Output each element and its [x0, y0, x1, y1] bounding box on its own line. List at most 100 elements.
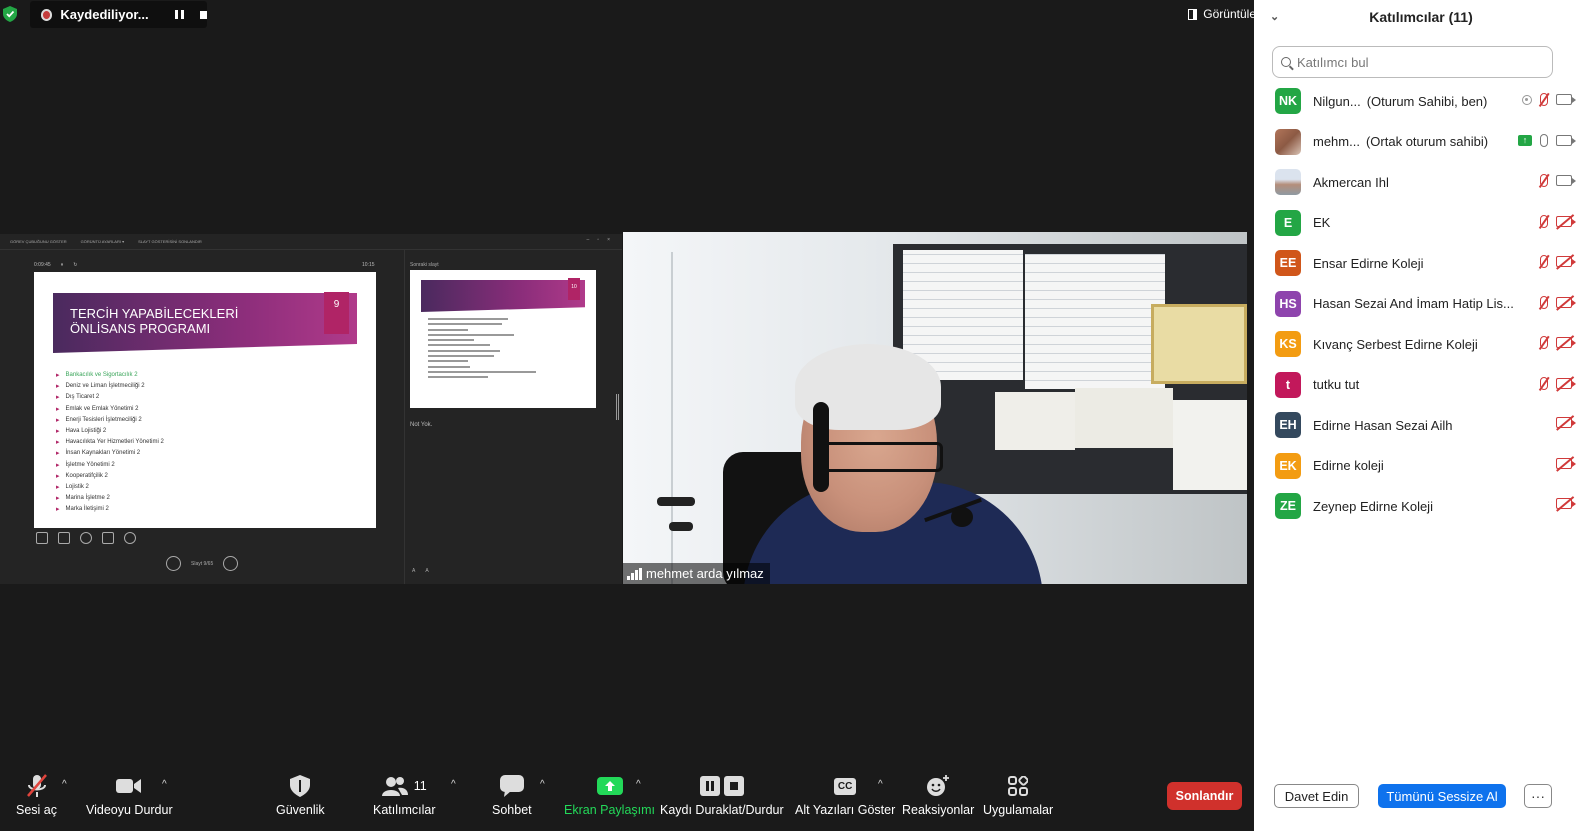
unmute-label: Sesi aç: [16, 803, 57, 817]
participant-search-input[interactable]: Katılımcı bul: [1272, 46, 1553, 78]
stop-recording-icon[interactable]: [199, 10, 207, 19]
microphone-muted-icon[interactable]: [1540, 214, 1548, 228]
participant-row[interactable]: EE Ensar Edirne Koleji: [1254, 243, 1588, 284]
pen-icon[interactable]: [36, 532, 48, 544]
stop-icon: [723, 776, 744, 796]
audio-options-caret-icon[interactable]: ^: [62, 779, 67, 790]
participants-panel-header: ⌄ Katılımcılar (11): [1254, 0, 1588, 34]
collapse-chevron-icon[interactable]: ⌄: [1270, 10, 1279, 23]
participants-options-caret-icon[interactable]: ^: [451, 779, 456, 790]
camera-off-icon[interactable]: [1556, 498, 1576, 509]
participant-row[interactable]: t tutku tut: [1254, 365, 1588, 406]
presenter-toolbar-item: SLAYT GÖSTERİSİNİ SONLANDIR: [138, 239, 202, 244]
participant-status-icons: [1540, 255, 1576, 268]
security-shield-icon[interactable]: [3, 6, 17, 22]
screen-icon[interactable]: [102, 532, 114, 544]
camera-icon[interactable]: [1556, 175, 1576, 186]
microphone-muted-icon[interactable]: [1540, 295, 1548, 309]
zoom-icon[interactable]: [80, 532, 92, 544]
microphone-icon[interactable]: [1540, 133, 1548, 147]
participant-status-icons: [1532, 498, 1576, 509]
participant-row[interactable]: Akmercan Ihl: [1254, 162, 1588, 203]
participant-name: Edirne Hasan Sezai Ailh: [1313, 418, 1452, 433]
chat-icon: [499, 775, 524, 797]
video-camera-icon: [116, 779, 142, 793]
camera-off-icon[interactable]: [1556, 377, 1576, 389]
video-headset: [813, 402, 829, 492]
list-item: Marka İletişimi 2: [56, 504, 164, 515]
participant-row[interactable]: ZE Zeynep Edirne Koleji: [1254, 486, 1588, 527]
invite-button[interactable]: Davet Edin: [1274, 784, 1359, 808]
camera-off-icon[interactable]: [1556, 296, 1576, 308]
participant-row[interactable]: E EK: [1254, 203, 1588, 244]
share-options-caret-icon[interactable]: ^: [636, 779, 641, 790]
stop-video-label: Videoyu Durdur: [86, 803, 173, 817]
slide-number: 9: [324, 292, 349, 334]
share-screen-button[interactable]: Ekran Paylaşımı: [564, 773, 655, 817]
participant-name-text: Kıvanç Serbest Edirne Koleji: [1313, 336, 1478, 352]
camera-icon[interactable]: [1556, 94, 1576, 105]
security-button[interactable]: Güvenlik: [276, 773, 325, 817]
participants-button[interactable]: 11 Katılımcılar: [373, 773, 436, 817]
avatar: NK: [1275, 88, 1301, 115]
end-meeting-button[interactable]: Sonlandır: [1167, 782, 1242, 810]
pause-recording-icon[interactable]: [174, 10, 184, 19]
meeting-toolbar: Sesi aç ^ Videoyu Durdur ^ Güvenlik 11 K…: [0, 763, 1254, 831]
participant-row[interactable]: mehm... (Ortak oturum sahibi) ↑: [1254, 122, 1588, 163]
more-options-icon[interactable]: [124, 532, 136, 544]
camera-off-icon[interactable]: [1556, 417, 1576, 428]
microphone-muted-icon[interactable]: [1540, 174, 1548, 187]
captions-options-caret-icon[interactable]: ^: [878, 779, 883, 790]
participant-row[interactable]: HS Hasan Sezai And İmam Hatip Lis...: [1254, 284, 1588, 325]
video-name-label: mehmet arda yılmaz: [623, 563, 770, 584]
participant-name: Ensar Edirne Koleji: [1313, 256, 1424, 271]
previous-slide-icon[interactable]: [166, 556, 181, 571]
microphone-muted-icon[interactable]: [1540, 255, 1548, 268]
all-slides-icon[interactable]: [58, 532, 70, 544]
avatar: HS: [1275, 290, 1301, 317]
video-options-caret-icon[interactable]: ^: [162, 779, 167, 790]
chat-options-caret-icon[interactable]: ^: [540, 779, 545, 790]
list-item: Deniz ve Liman İşletmeciliği 2: [56, 381, 164, 392]
avatar: EK: [1275, 452, 1301, 479]
participant-name: Kıvanç Serbest Edirne Koleji: [1313, 337, 1478, 352]
camera-off-icon[interactable]: [1556, 215, 1576, 227]
camera-icon[interactable]: [1556, 134, 1576, 146]
participant-name: Edirne koleji: [1313, 458, 1384, 473]
recording-dot-icon: [41, 8, 53, 21]
tile-resize-handle[interactable]: [616, 394, 619, 420]
participant-row[interactable]: NK Nilgun... (Oturum Sahibi, ben): [1254, 81, 1588, 122]
participant-row[interactable]: EK Edirne koleji: [1254, 446, 1588, 487]
camera-off-icon[interactable]: [1556, 337, 1576, 348]
slide-notes: Not Yok.: [410, 422, 433, 428]
chat-button[interactable]: Sohbet: [492, 773, 532, 817]
camera-off-icon[interactable]: [1556, 457, 1576, 469]
more-options-button[interactable]: ···: [1524, 784, 1552, 808]
participant-name-text: Nilgun...: [1313, 93, 1361, 109]
stop-video-button[interactable]: Videoyu Durdur: [86, 773, 173, 817]
microphone-muted-icon[interactable]: [1540, 336, 1548, 349]
view-button[interactable]: Görüntüle: [1188, 7, 1256, 21]
video-calendar: [1025, 254, 1165, 389]
closed-captions-icon: CC: [833, 777, 857, 795]
mute-all-button[interactable]: Tümünü Sessize Al: [1378, 784, 1506, 808]
notes-font-controls[interactable]: AA: [412, 568, 429, 574]
video-headset-mic: [951, 507, 973, 527]
slide-clock: 10:15: [362, 262, 375, 268]
next-slide-icon[interactable]: [223, 556, 239, 571]
participant-status-icons: [1540, 336, 1576, 349]
pause-stop-recording-button[interactable]: Kaydı Duraklat/Durdur: [660, 773, 784, 817]
participant-row[interactable]: KS Kıvanç Serbest Edirne Koleji: [1254, 324, 1588, 365]
participant-status-icons: [1540, 295, 1576, 309]
microphone-muted-icon[interactable]: [1540, 93, 1548, 106]
camera-off-icon[interactable]: [1556, 256, 1576, 267]
presenter-toolbar-item: GÖREV ÇUBUĞUNU GÖSTER: [10, 239, 67, 244]
microphone-muted-icon: [26, 774, 47, 797]
apps-button[interactable]: Uygulamalar: [983, 773, 1053, 817]
video-participant-name: mehmet arda yılmaz: [646, 566, 764, 581]
participant-row[interactable]: EH Edirne Hasan Sezai Ailh: [1254, 405, 1588, 446]
slide-program-list: Bankacılık ve Sigortacılık 2 Deniz ve Li…: [56, 370, 164, 516]
microphone-muted-icon[interactable]: [1540, 376, 1548, 390]
reactions-button[interactable]: Reaksiyonlar: [902, 773, 974, 817]
unmute-button[interactable]: Sesi aç: [16, 773, 57, 817]
